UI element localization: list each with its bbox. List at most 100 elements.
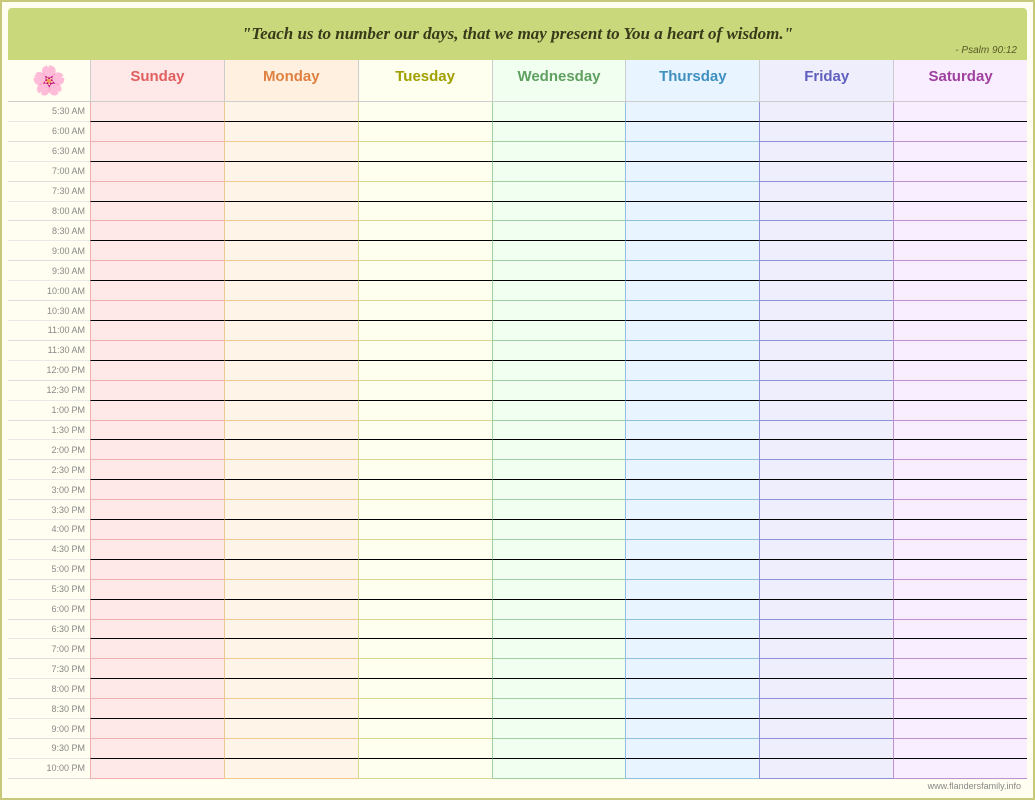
time-cell-sun[interactable] [90, 401, 224, 421]
time-cell-sat[interactable] [893, 162, 1027, 182]
time-cell-tue[interactable] [358, 401, 492, 421]
time-cell-wed[interactable] [492, 560, 626, 580]
time-cell-sun[interactable] [90, 122, 224, 142]
time-cell-thu[interactable] [625, 639, 759, 659]
time-cell-sat[interactable] [893, 699, 1027, 719]
time-cell-mon[interactable] [224, 520, 358, 540]
time-cell-sat[interactable] [893, 182, 1027, 202]
time-cell-sun[interactable] [90, 440, 224, 460]
time-cell-tue[interactable] [358, 480, 492, 500]
time-cell-tue[interactable] [358, 679, 492, 699]
time-cell-fri[interactable] [759, 600, 893, 620]
time-cell-fri[interactable] [759, 142, 893, 162]
time-cell-mon[interactable] [224, 381, 358, 401]
time-cell-tue[interactable] [358, 361, 492, 381]
time-cell-tue[interactable] [358, 540, 492, 560]
time-cell-mon[interactable] [224, 440, 358, 460]
time-cell-mon[interactable] [224, 540, 358, 560]
time-cell-tue[interactable] [358, 759, 492, 779]
time-cell-tue[interactable] [358, 620, 492, 640]
time-cell-thu[interactable] [625, 699, 759, 719]
time-cell-fri[interactable] [759, 639, 893, 659]
time-cell-tue[interactable] [358, 520, 492, 540]
time-cell-tue[interactable] [358, 122, 492, 142]
time-cell-sat[interactable] [893, 381, 1027, 401]
time-cell-wed[interactable] [492, 620, 626, 640]
time-cell-mon[interactable] [224, 281, 358, 301]
time-cell-sat[interactable] [893, 241, 1027, 261]
time-cell-fri[interactable] [759, 699, 893, 719]
time-cell-fri[interactable] [759, 241, 893, 261]
time-cell-fri[interactable] [759, 281, 893, 301]
time-cell-wed[interactable] [492, 540, 626, 560]
time-cell-thu[interactable] [625, 401, 759, 421]
time-cell-sat[interactable] [893, 460, 1027, 480]
time-cell-mon[interactable] [224, 341, 358, 361]
time-cell-wed[interactable] [492, 719, 626, 739]
time-cell-sat[interactable] [893, 401, 1027, 421]
time-cell-fri[interactable] [759, 162, 893, 182]
time-cell-sat[interactable] [893, 540, 1027, 560]
time-cell-thu[interactable] [625, 241, 759, 261]
time-cell-sat[interactable] [893, 321, 1027, 341]
time-cell-wed[interactable] [492, 421, 626, 441]
time-cell-sun[interactable] [90, 719, 224, 739]
time-cell-sat[interactable] [893, 261, 1027, 281]
time-cell-tue[interactable] [358, 281, 492, 301]
time-cell-tue[interactable] [358, 102, 492, 122]
time-cell-tue[interactable] [358, 182, 492, 202]
time-cell-tue[interactable] [358, 221, 492, 241]
time-cell-wed[interactable] [492, 699, 626, 719]
time-cell-mon[interactable] [224, 182, 358, 202]
time-cell-thu[interactable] [625, 381, 759, 401]
time-cell-sat[interactable] [893, 142, 1027, 162]
time-cell-sun[interactable] [90, 679, 224, 699]
time-cell-tue[interactable] [358, 699, 492, 719]
time-cell-wed[interactable] [492, 460, 626, 480]
time-cell-fri[interactable] [759, 401, 893, 421]
time-cell-fri[interactable] [759, 321, 893, 341]
time-cell-sat[interactable] [893, 341, 1027, 361]
time-cell-tue[interactable] [358, 580, 492, 600]
time-cell-fri[interactable] [759, 122, 893, 142]
time-cell-mon[interactable] [224, 241, 358, 261]
time-cell-sun[interactable] [90, 142, 224, 162]
time-cell-sat[interactable] [893, 739, 1027, 759]
time-cell-sat[interactable] [893, 281, 1027, 301]
time-cell-thu[interactable] [625, 679, 759, 699]
time-cell-tue[interactable] [358, 639, 492, 659]
time-cell-sat[interactable] [893, 679, 1027, 699]
time-cell-mon[interactable] [224, 620, 358, 640]
time-cell-sun[interactable] [90, 759, 224, 779]
time-cell-wed[interactable] [492, 440, 626, 460]
time-cell-tue[interactable] [358, 341, 492, 361]
time-cell-sun[interactable] [90, 460, 224, 480]
time-cell-sat[interactable] [893, 659, 1027, 679]
time-cell-wed[interactable] [492, 162, 626, 182]
time-cell-wed[interactable] [492, 739, 626, 759]
time-cell-fri[interactable] [759, 580, 893, 600]
time-cell-fri[interactable] [759, 500, 893, 520]
time-cell-sat[interactable] [893, 719, 1027, 739]
time-cell-mon[interactable] [224, 580, 358, 600]
time-cell-fri[interactable] [759, 261, 893, 281]
time-cell-sat[interactable] [893, 500, 1027, 520]
time-cell-fri[interactable] [759, 202, 893, 222]
time-cell-thu[interactable] [625, 520, 759, 540]
time-cell-thu[interactable] [625, 361, 759, 381]
time-cell-wed[interactable] [492, 122, 626, 142]
time-cell-mon[interactable] [224, 500, 358, 520]
time-cell-sun[interactable] [90, 580, 224, 600]
time-cell-sat[interactable] [893, 560, 1027, 580]
time-cell-sun[interactable] [90, 421, 224, 441]
time-cell-wed[interactable] [492, 600, 626, 620]
time-cell-mon[interactable] [224, 122, 358, 142]
time-cell-wed[interactable] [492, 102, 626, 122]
time-cell-thu[interactable] [625, 719, 759, 739]
time-cell-fri[interactable] [759, 341, 893, 361]
time-cell-mon[interactable] [224, 699, 358, 719]
time-cell-sun[interactable] [90, 600, 224, 620]
time-cell-tue[interactable] [358, 202, 492, 222]
time-cell-wed[interactable] [492, 281, 626, 301]
time-cell-sat[interactable] [893, 122, 1027, 142]
